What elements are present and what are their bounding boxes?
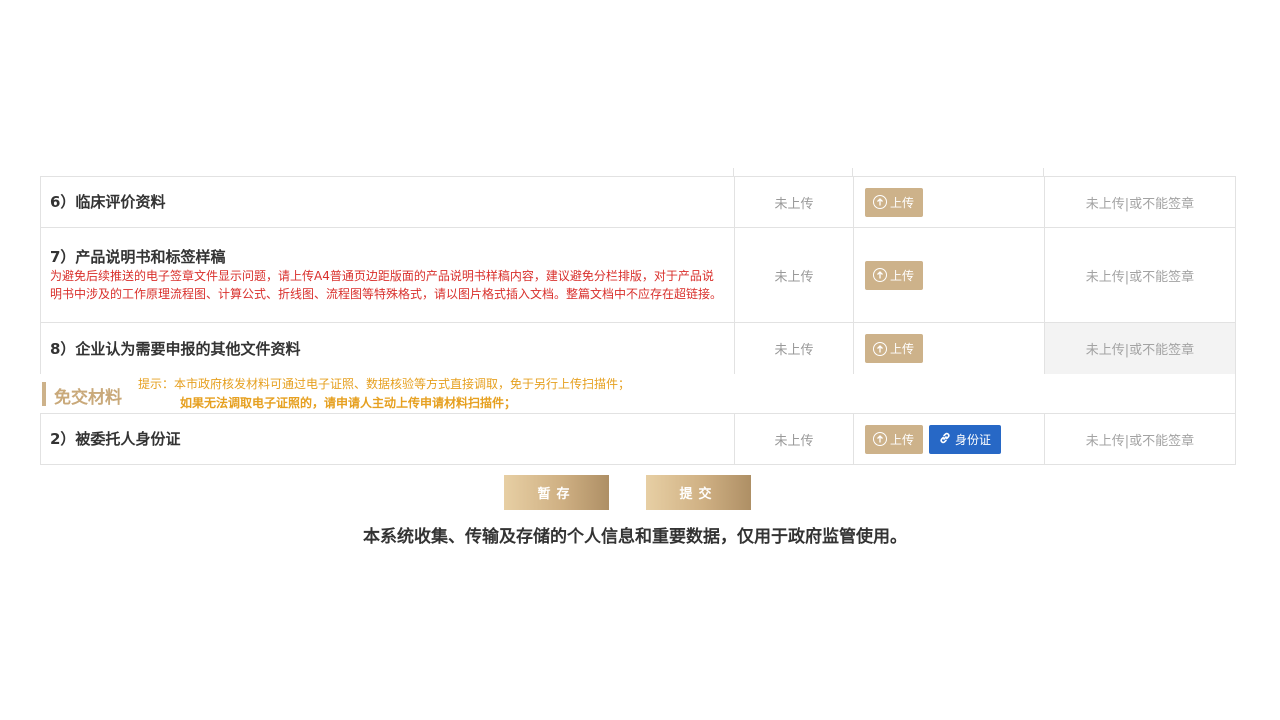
signature-status: 未上传|或不能签章 — [1085, 433, 1195, 449]
upload-arrow-icon — [873, 432, 887, 446]
upload-button[interactable]: 上传 — [865, 334, 924, 363]
link-icon — [938, 431, 952, 448]
action-cell: 上传 — [854, 323, 1045, 374]
privacy-notice: 本系统收集、传输及存储的个人信息和重要数据，仅用于政府监管使用。 — [363, 527, 907, 547]
material-name-cell: 2）被委托人身份证 — [41, 414, 735, 464]
material-title: 6）临床评价资料 — [50, 193, 166, 211]
upload-button[interactable]: 上传 — [865, 424, 924, 454]
upload-status: 未上传 — [735, 323, 854, 374]
material-title: 2）被委托人身份证 — [50, 430, 181, 448]
save-draft-button[interactable]: 暂存 — [504, 475, 609, 510]
table-top-stub — [40, 168, 1236, 177]
exempt-tip-line2: 如果无法调取电子证照的，请申请人主动上传申请材料扫描件； — [180, 396, 517, 410]
upload-button[interactable]: 上传 — [865, 187, 924, 217]
section-accent-bar — [42, 382, 46, 406]
submit-button[interactable]: 提交 — [646, 475, 751, 510]
upload-button-label: 上传 — [890, 342, 915, 356]
upload-status: 未上传 — [735, 177, 854, 227]
action-cell: 上传 — [854, 177, 1045, 227]
id-card-button[interactable]: 身份证 — [929, 424, 1002, 454]
material-note: 为避免后续推送的电子签章文件显示问题，请上传A4普通页边距版面的产品说明书样稿内… — [50, 269, 723, 301]
upload-button-label: 上传 — [890, 432, 915, 447]
action-cell: 上传 身份证 — [854, 414, 1045, 464]
upload-arrow-icon — [873, 341, 887, 356]
exempt-tip-line1: 提示：本市政府核发材料可通过电子证照、数据核验等方式直接调取，免于另行上传扫描件… — [138, 377, 631, 391]
material-name-cell: 8）企业认为需要申报的其他文件资料 — [41, 323, 735, 374]
exempt-section-title: 免交材料 — [54, 388, 122, 408]
material-title: 8）企业认为需要申报的其他文件资料 — [50, 339, 301, 358]
upload-status: 未上传 — [735, 228, 854, 322]
material-title: 7）产品说明书和标签样稿 — [50, 248, 226, 266]
material-name-cell: 7）产品说明书和标签样稿 为避免后续推送的电子签章文件显示问题，请上传A4普通页… — [41, 228, 735, 322]
upload-arrow-icon — [873, 268, 887, 282]
signature-status: 未上传|或不能签章 — [1085, 269, 1195, 285]
upload-button[interactable]: 上传 — [865, 260, 924, 290]
table-row: 8）企业认为需要申报的其他文件资料 未上传 上传 未上传|或不能签章 — [40, 323, 1236, 374]
materials-table: 6）临床评价资料 未上传 上传 未上传|或不能签章 7）产品说明书和标签样稿 为… — [40, 168, 1236, 465]
upload-button-label: 上传 — [890, 195, 915, 210]
exempt-materials-header: 免交材料 提示：本市政府核发材料可通过电子证照、数据核验等方式直接调取，免于另行… — [40, 374, 1236, 414]
table-row: 2）被委托人身份证 未上传 上传 身份证 未上传|或不能签章 — [40, 414, 1236, 465]
table-row: 7）产品说明书和标签样稿 为避免后续推送的电子签章文件显示问题，请上传A4普通页… — [40, 228, 1236, 323]
id-card-button-label: 身份证 — [955, 432, 992, 447]
upload-button-label: 上传 — [890, 268, 915, 283]
signature-status: 未上传|或不能签章 — [1045, 323, 1235, 374]
upload-arrow-icon — [873, 195, 887, 209]
upload-status: 未上传 — [735, 414, 854, 464]
signature-status: 未上传|或不能签章 — [1085, 196, 1195, 212]
material-name-cell: 6）临床评价资料 — [41, 177, 735, 227]
form-actions: 暂存 提交 — [504, 475, 751, 510]
table-row: 6）临床评价资料 未上传 上传 未上传|或不能签章 — [40, 177, 1236, 228]
action-cell: 上传 — [854, 228, 1045, 322]
